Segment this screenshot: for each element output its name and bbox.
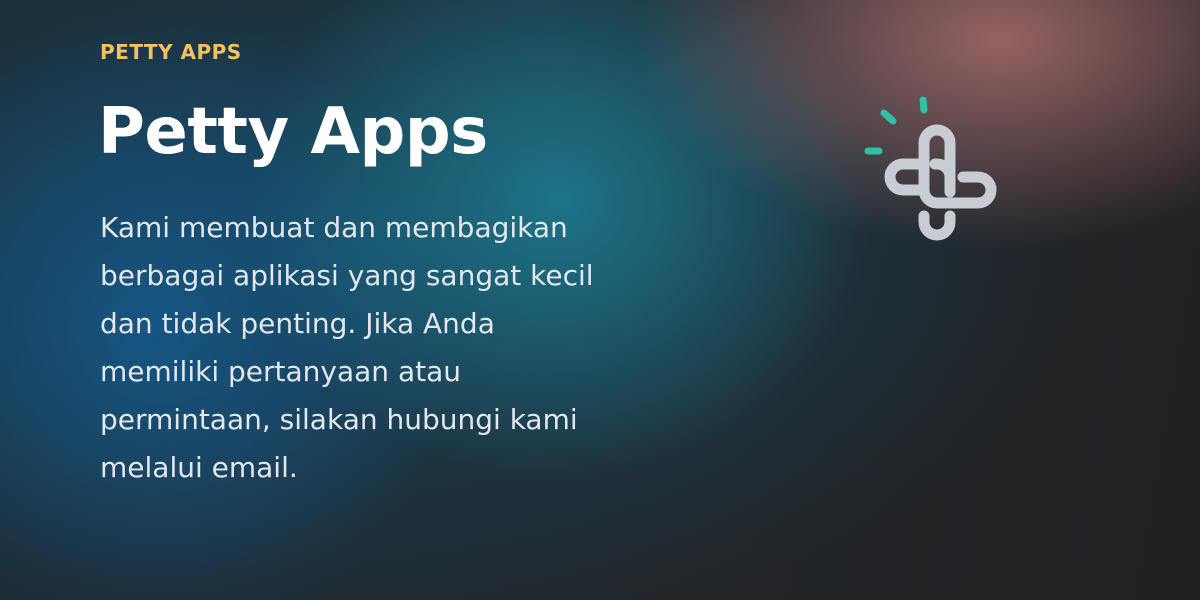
page-title: Petty Apps — [98, 95, 488, 169]
petty-apps-logo-icon — [860, 90, 1020, 250]
eyebrow-label: PETTY APPS — [100, 40, 242, 64]
hero-section: PETTY APPS Petty Apps Kami membuat dan m… — [98, 36, 620, 492]
hero-description: Kami membuat dan membagikan berbagai apl… — [100, 211, 594, 484]
